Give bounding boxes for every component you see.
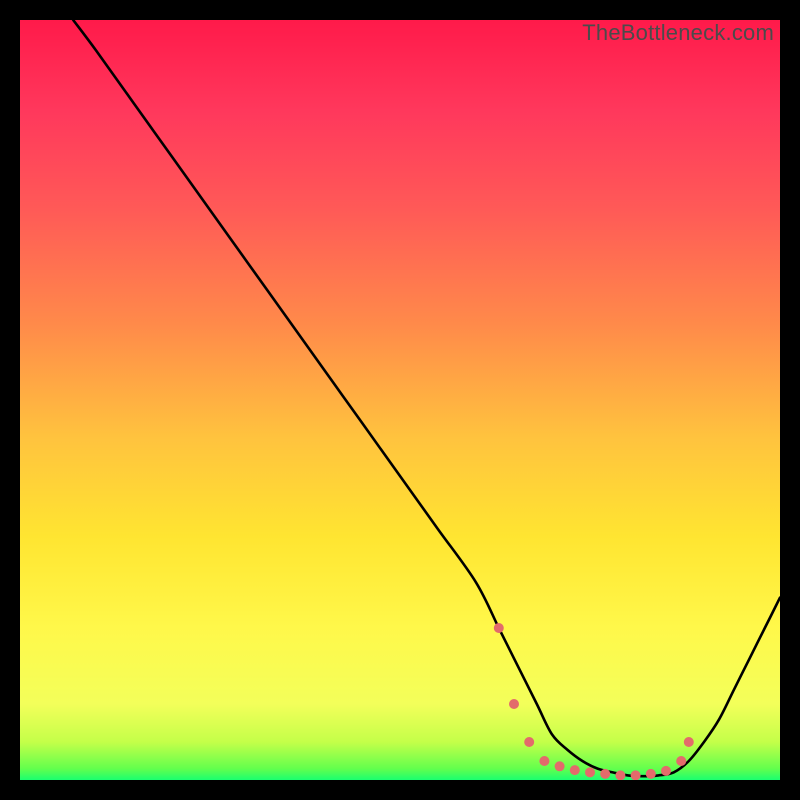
optimal-range-markers (494, 623, 694, 780)
optimal-dot (661, 766, 671, 776)
watermark-text: TheBottleneck.com (582, 20, 774, 46)
bottleneck-curve (73, 20, 780, 776)
optimal-dot (555, 761, 565, 771)
optimal-dot (676, 756, 686, 766)
optimal-dot (600, 769, 610, 779)
optimal-dot (509, 699, 519, 709)
optimal-dot (494, 623, 504, 633)
optimal-dot (524, 737, 534, 747)
chart-frame: TheBottleneck.com (20, 20, 780, 780)
optimal-dot (585, 767, 595, 777)
chart-svg (20, 20, 780, 780)
optimal-dot (684, 737, 694, 747)
optimal-dot (631, 770, 641, 780)
optimal-dot (539, 756, 549, 766)
optimal-dot (646, 769, 656, 779)
optimal-dot (615, 770, 625, 780)
optimal-dot (570, 765, 580, 775)
